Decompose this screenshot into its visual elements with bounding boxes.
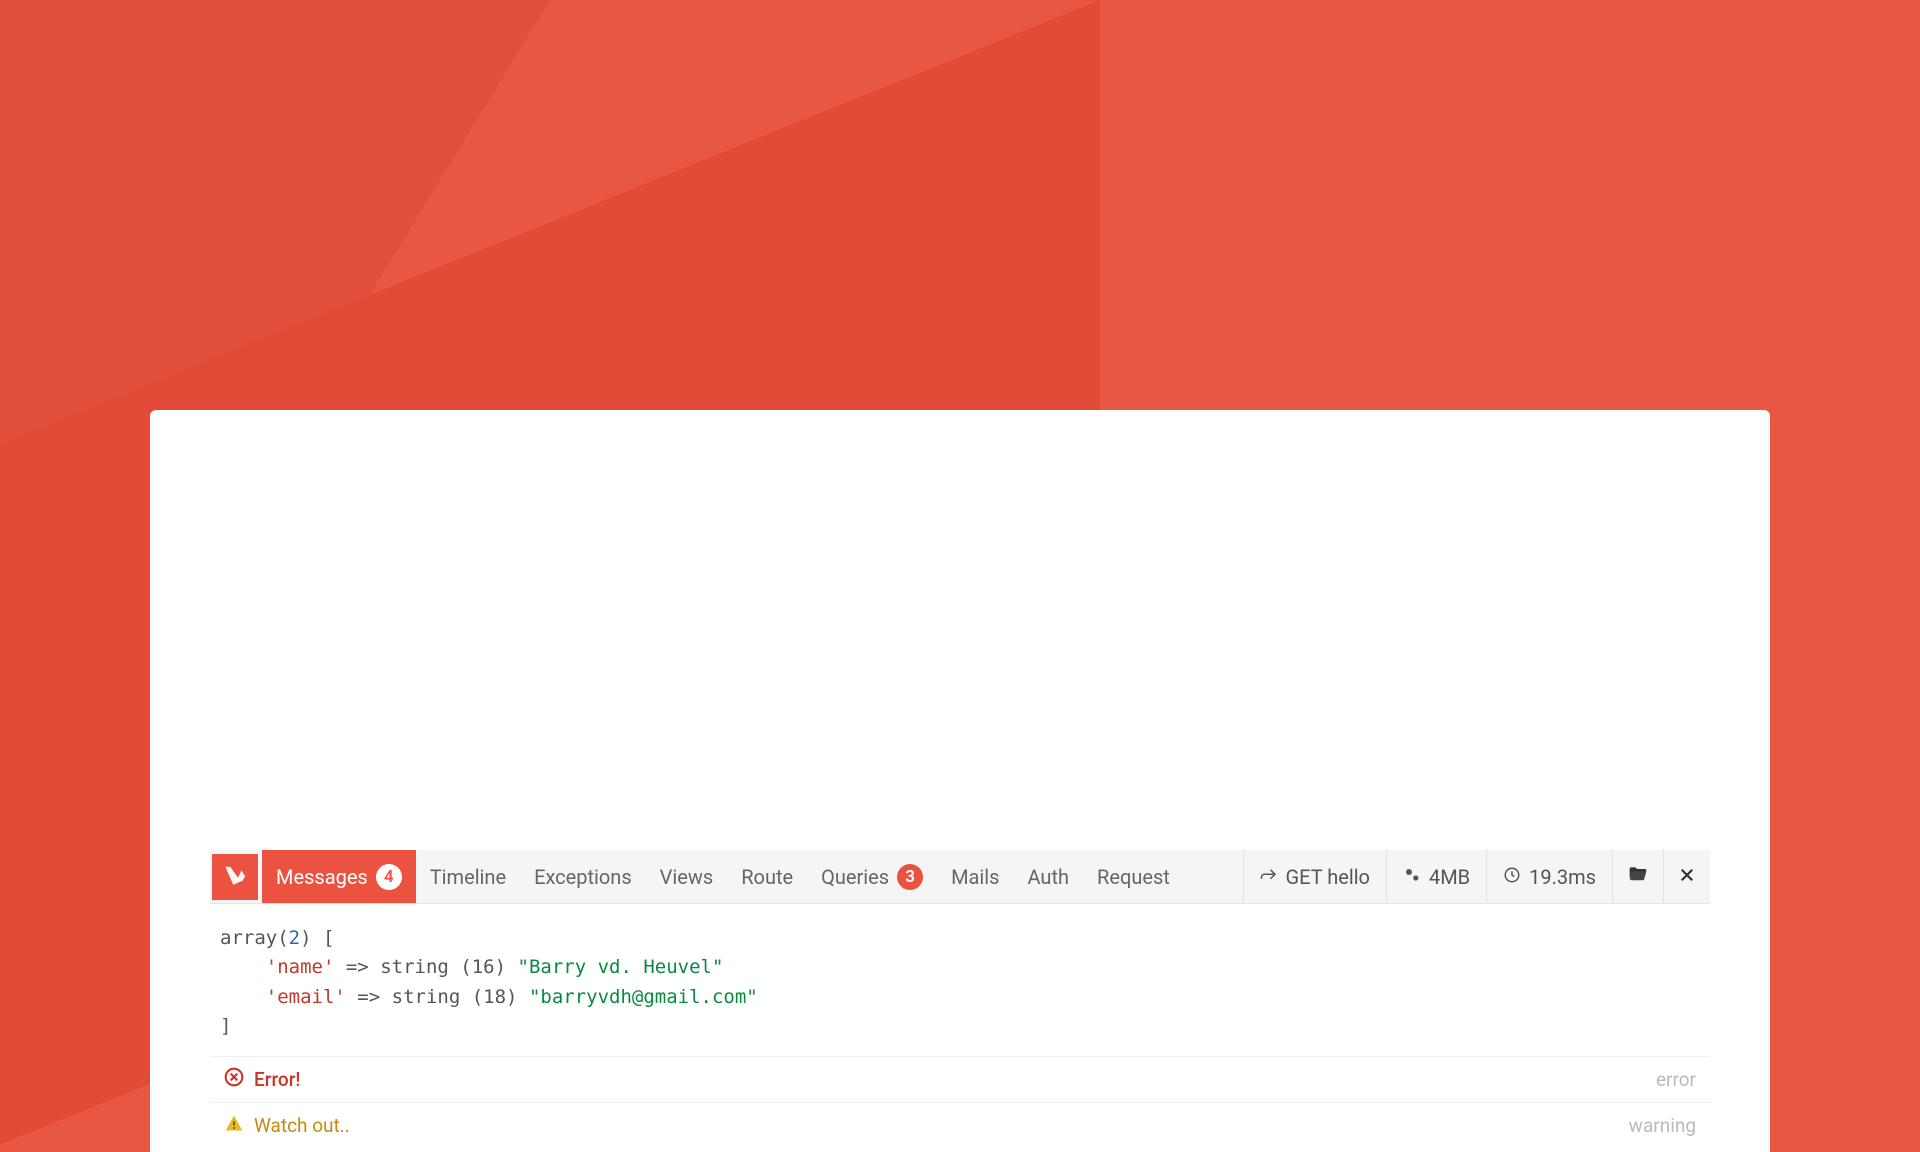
tab-messages[interactable]: Messages 4 [262,850,416,903]
stat-time-label: 19.3ms [1529,865,1596,889]
tab-messages-label: Messages [276,865,368,889]
folder-button[interactable] [1612,850,1663,903]
clock-icon [1503,865,1521,889]
tab-mails-label: Mails [951,865,999,889]
stat-memory-label: 4MB [1429,865,1470,889]
log-error-message: Error! [254,1068,300,1091]
tab-views-label: Views [660,865,714,889]
tab-views[interactable]: Views [646,850,728,903]
error-icon [224,1067,244,1092]
tab-request-label: Request [1097,865,1170,889]
tab-timeline[interactable]: Timeline [416,850,520,903]
tab-exceptions-label: Exceptions [534,865,632,889]
debugbar: Messages 4 Timeline Exceptions Views Rou… [210,850,1710,1152]
tab-auth[interactable]: Auth [1013,850,1083,903]
log-warning-message: Watch out.. [254,1114,350,1137]
tab-exceptions[interactable]: Exceptions [520,850,646,903]
warning-icon [224,1113,244,1138]
tab-route-label: Route [741,865,793,889]
tab-messages-badge: 4 [376,864,402,890]
tab-queries[interactable]: Queries 3 [807,850,937,903]
content-panel: Messages 4 Timeline Exceptions Views Rou… [150,410,1770,1152]
log-warning-level: warning [1629,1114,1696,1137]
folder-open-icon [1627,864,1649,889]
message-array-dump: array(2) [ 'name' => string (16) "Barry … [210,904,1710,1056]
laravel-icon[interactable] [212,854,258,900]
close-button[interactable] [1663,850,1710,903]
tab-queries-label: Queries [821,865,889,889]
stat-time[interactable]: 19.3ms [1486,850,1612,903]
share-icon [1260,865,1278,889]
log-row-warning[interactable]: Watch out.. warning [210,1102,1710,1148]
tab-mails[interactable]: Mails [937,850,1013,903]
tab-queries-badge: 3 [897,864,923,890]
log-row-error[interactable]: Error! error [210,1056,1710,1102]
tab-request[interactable]: Request [1083,850,1184,903]
cogs-icon [1403,865,1421,889]
tab-auth-label: Auth [1027,865,1069,889]
stat-route-label: GET hello [1286,865,1370,889]
tab-route[interactable]: Route [727,850,807,903]
tab-timeline-label: Timeline [430,865,506,889]
log-error-level: error [1656,1068,1696,1091]
stat-route[interactable]: GET hello [1243,850,1386,903]
stat-memory[interactable]: 4MB [1386,850,1486,903]
close-icon [1678,865,1696,889]
debugbar-header: Messages 4 Timeline Exceptions Views Rou… [210,850,1710,904]
